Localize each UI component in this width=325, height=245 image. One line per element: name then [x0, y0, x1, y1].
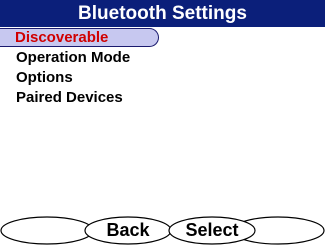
menu-item-operation-mode[interactable]: Operation Mode — [0, 48, 325, 68]
settings-menu: Discoverable Operation Mode Options Pair… — [0, 28, 325, 108]
page-title: Bluetooth Settings — [0, 0, 325, 27]
softkey-bar: Back Select — [0, 216, 325, 245]
left-softkey[interactable] — [1, 218, 93, 242]
right-softkey[interactable] — [232, 218, 324, 242]
menu-item-options[interactable]: Options — [0, 68, 325, 88]
menu-item-paired-devices[interactable]: Paired Devices — [0, 88, 325, 108]
menu-item-discoverable[interactable]: Discoverable — [0, 28, 159, 47]
bluetooth-settings-screen: Bluetooth Settings Discoverable Operatio… — [0, 0, 325, 245]
back-softkey[interactable]: Back — [86, 218, 170, 242]
